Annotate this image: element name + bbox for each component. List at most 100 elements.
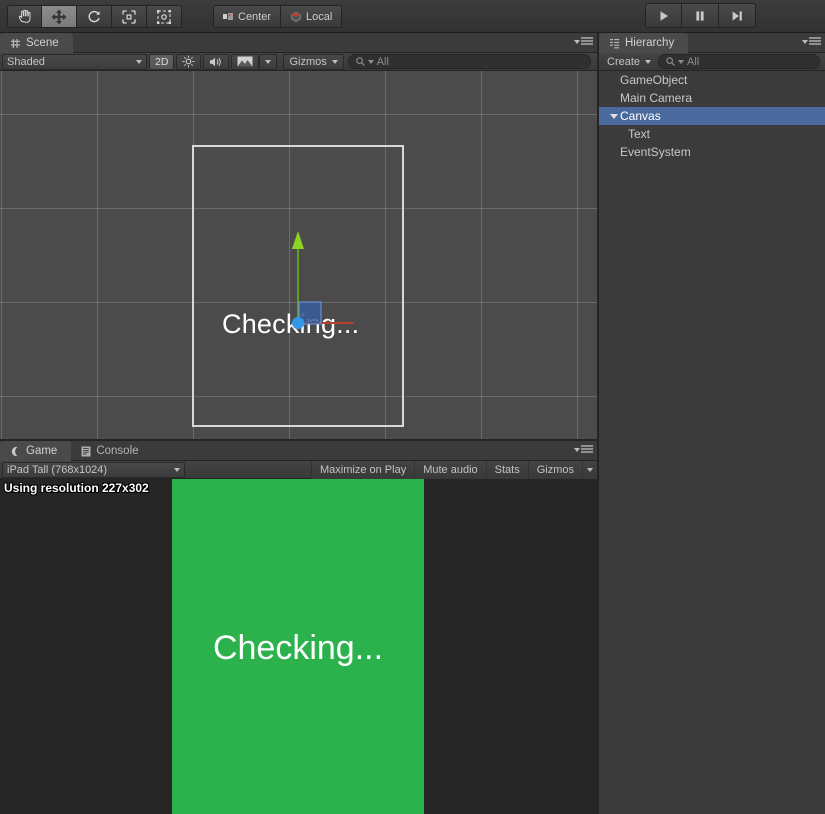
scale-tool-button[interactable]: [112, 5, 147, 28]
pivot-rotation-label: Local: [306, 10, 333, 23]
console-icon: [81, 446, 91, 456]
game-checking-text: Checking...: [212, 629, 384, 667]
draw-mode-label: Shaded: [7, 55, 45, 68]
chevron-down-icon: [174, 467, 180, 472]
hierarchy-panel: Hierarchy Create All GameObject Main Cam…: [599, 33, 825, 814]
step-icon: [732, 10, 742, 21]
chevron-down-icon: [136, 59, 142, 64]
tab-scene[interactable]: Scene: [0, 33, 73, 53]
transform-tools-group: [7, 5, 182, 28]
hierarchy-search-input[interactable]: All: [658, 54, 820, 69]
chevron-down-icon: [587, 467, 593, 472]
tab-console[interactable]: Console: [71, 441, 152, 461]
scene-tabbar: Scene: [0, 33, 597, 53]
step-button[interactable]: [719, 3, 756, 28]
chevron-down-icon: [645, 59, 652, 64]
game-panel-menu-button[interactable]: [574, 445, 593, 455]
hierarchy-item-text[interactable]: Text: [599, 125, 825, 143]
toggle-2d-button[interactable]: 2D: [149, 53, 175, 70]
center-icon: [223, 13, 233, 20]
chevron-down-icon: [331, 59, 338, 64]
hierarchy-toolbar: Create All: [599, 53, 825, 71]
move-gizmo[interactable]: [244, 219, 354, 329]
scene-panel-menu-button[interactable]: [574, 37, 593, 47]
create-dropdown-button[interactable]: Create: [602, 54, 656, 70]
game-tabbar: Game Console: [0, 441, 597, 461]
pivot-mode-button[interactable]: Center: [213, 5, 282, 28]
search-icon: [355, 57, 365, 66]
hierarchy-item-gameobject[interactable]: GameObject: [599, 71, 825, 89]
chevron-down-icon: [678, 59, 685, 64]
scene-gizmos-dropdown[interactable]: Gizmos: [283, 53, 344, 70]
scene-lighting-button[interactable]: [176, 53, 202, 70]
unity-editor-window: Center Local Scene Shaded 2D Gizmos All …: [0, 0, 825, 814]
scene-fx-dropdown[interactable]: [259, 53, 278, 70]
resolution-notice: Using resolution 227x302: [4, 481, 149, 495]
hierarchy-item-canvas[interactable]: Canvas: [599, 107, 825, 125]
pause-icon: [696, 10, 704, 21]
rotate-tool-button[interactable]: [77, 5, 112, 28]
play-button[interactable]: [645, 3, 682, 28]
gizmo-z-handle: [292, 317, 304, 329]
maximize-on-play-label: Maximize on Play: [320, 463, 407, 476]
stats-button[interactable]: Stats: [485, 460, 528, 479]
hierarchy-item-eventsystem[interactable]: EventSystem: [599, 143, 825, 161]
scene-icon: [11, 38, 20, 48]
game-gizmos-button[interactable]: Gizmos: [527, 460, 582, 479]
pivot-rotation-button[interactable]: Local: [281, 5, 343, 28]
hierarchy-item-main-camera[interactable]: Main Camera: [599, 89, 825, 107]
playback-controls: [645, 3, 756, 28]
tab-scene-label: Scene: [26, 37, 59, 49]
search-icon: [666, 57, 675, 66]
hierarchy-item-label: GameObject: [620, 73, 688, 87]
image-icon: [237, 56, 253, 67]
tab-hierarchy[interactable]: Hierarchy: [599, 33, 689, 53]
gizmo-y-arrow: [292, 231, 304, 249]
hierarchy-item-label: Canvas: [620, 109, 661, 123]
pause-button[interactable]: [682, 3, 719, 28]
expand-toggle-canvas[interactable]: [607, 113, 620, 119]
local-icon: [291, 11, 301, 22]
scene-fx-button[interactable]: [231, 53, 260, 70]
tab-console-label: Console: [96, 445, 139, 457]
game-gizmos-dropdown[interactable]: [582, 460, 597, 479]
hierarchy-item-label: Text: [628, 127, 651, 141]
main-toolbar: Center Local: [0, 0, 825, 33]
move-tool-button[interactable]: [42, 5, 77, 28]
hierarchy-tree: GameObject Main Camera Canvas Text Event…: [599, 71, 825, 814]
scene-audio-button[interactable]: [203, 53, 230, 70]
game-viewport[interactable]: Checking... Using resolution 227x302: [0, 479, 597, 814]
game-toolbar: iPad Tall (768x1024) Maximize on Play Mu…: [0, 460, 597, 479]
hierarchy-panel-menu-button[interactable]: [802, 37, 821, 47]
tab-game[interactable]: Game: [0, 441, 72, 461]
chevron-down-icon: [574, 40, 580, 44]
scene-viewport[interactable]: Checking...: [0, 71, 597, 439]
hamburger-icon: [809, 37, 821, 45]
game-gizmos-label: Gizmos: [536, 463, 574, 476]
tab-game-label: Game: [26, 445, 58, 457]
game-icon: [11, 446, 18, 456]
chevron-down-icon: [609, 113, 618, 119]
hierarchy-item-label: EventSystem: [620, 145, 691, 159]
hamburger-icon: [581, 445, 593, 453]
pivot-mode-label: Center: [238, 10, 272, 23]
rect-tool-button[interactable]: [147, 5, 182, 28]
draw-mode-dropdown[interactable]: Shaded: [2, 53, 147, 70]
play-icon: [660, 10, 668, 21]
aspect-ratio-dropdown[interactable]: iPad Tall (768x1024): [2, 461, 185, 478]
hierarchy-search-text: All: [687, 55, 700, 68]
hierarchy-tabbar: Hierarchy: [599, 33, 825, 53]
scene-search-text: All: [376, 55, 389, 68]
scene-toolbar: Shaded 2D Gizmos All: [0, 53, 597, 71]
hand-tool-button[interactable]: [7, 5, 42, 28]
pivot-space-group: Center Local: [213, 5, 343, 28]
speaker-icon: [210, 57, 222, 66]
stats-label: Stats: [494, 463, 520, 476]
scene-search-input[interactable]: All: [347, 54, 591, 69]
tab-hierarchy-label: Hierarchy: [625, 37, 675, 49]
hierarchy-icon: [610, 38, 620, 48]
scene-gizmos-label: Gizmos: [289, 55, 327, 68]
game-screen: Checking...: [172, 479, 424, 814]
mute-audio-button[interactable]: Mute audio: [414, 460, 486, 479]
maximize-on-play-button[interactable]: Maximize on Play: [311, 460, 415, 479]
